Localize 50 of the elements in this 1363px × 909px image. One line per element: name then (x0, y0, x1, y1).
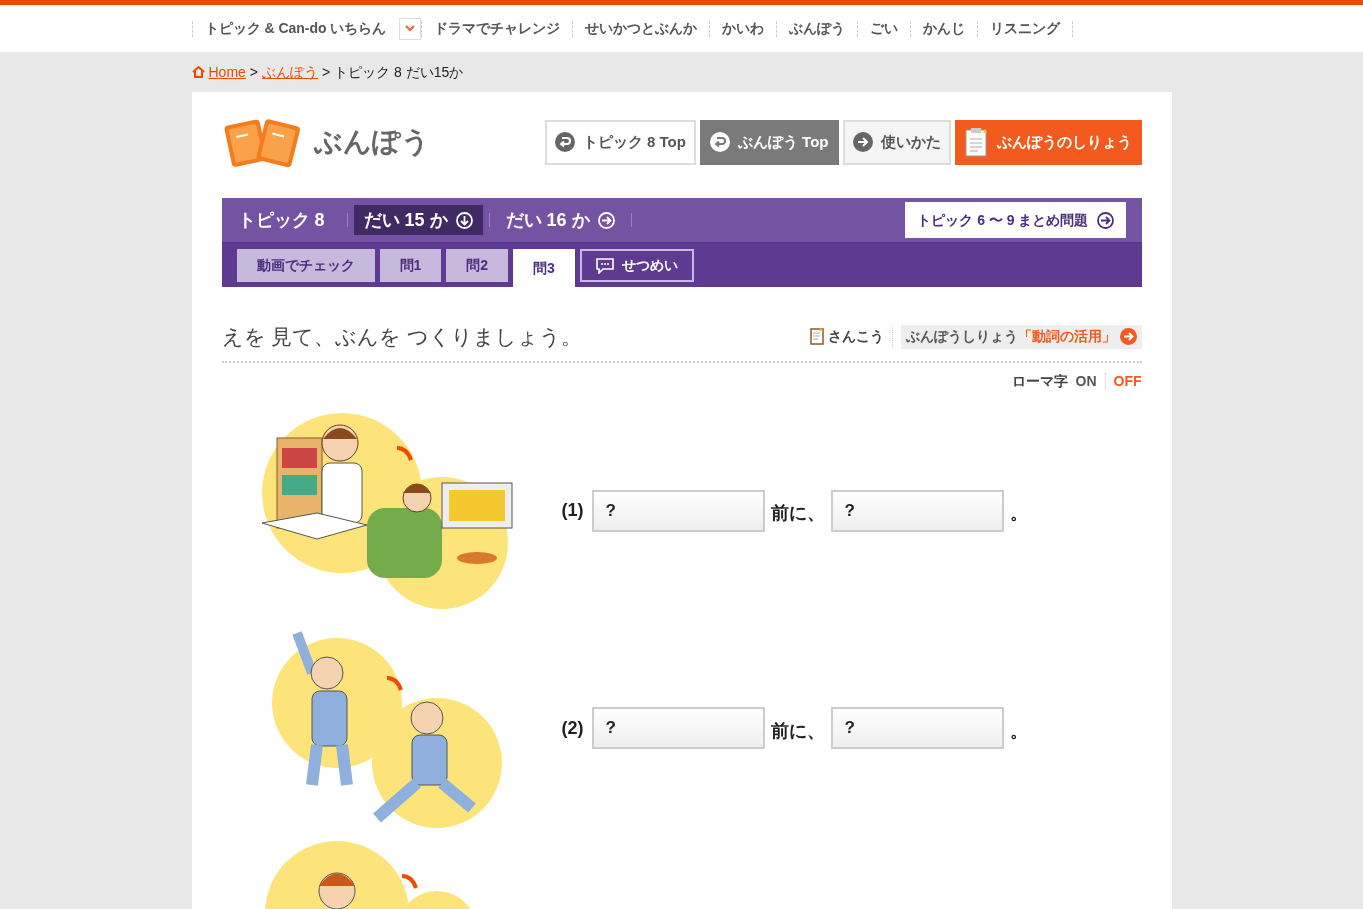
answer-select[interactable]: ? (830, 489, 1004, 532)
breadcrumb-separator: > (249, 62, 259, 82)
chevron-down-icon (404, 25, 415, 32)
topic-label: トピック 8 (237, 208, 326, 232)
reference-link[interactable]: ぶんぽうしりょう「動詞の活用」 (900, 324, 1142, 349)
nav-link[interactable]: リスニング (977, 18, 1072, 39)
speech-bubble-icon (595, 257, 614, 274)
nav-link[interactable]: ぶんぽう (776, 18, 857, 39)
answer-select[interactable]: ? (591, 489, 765, 532)
question-number: (2) (561, 716, 584, 740)
arrow-down-icon (455, 211, 473, 229)
reference-label: さんこう (827, 327, 884, 347)
sentence-end: 。 (1009, 502, 1028, 525)
answer-select[interactable]: ? (830, 707, 1004, 749)
nav-link[interactable]: せいかつとぶんか (572, 18, 709, 39)
header-button[interactable]: ぶんぽう Top (699, 119, 839, 165)
question-tab[interactable]: 問3 (513, 249, 575, 287)
summary-questions-button[interactable]: トピック 6 〜 9 まとめ問題 (905, 202, 1126, 238)
header-button[interactable]: トピック 8 Top (544, 119, 696, 165)
breadcrumb-separator: > (322, 62, 331, 82)
question-tab[interactable]: 問2 (446, 249, 509, 282)
explanation-tab[interactable]: せつめい (579, 249, 694, 282)
home-icon (191, 66, 205, 78)
sentence-end: 。 (1009, 719, 1028, 743)
nav-link[interactable]: トピック & Can-do いちらん (192, 18, 399, 39)
breadcrumb-current: トピック 8 だい15か (334, 62, 464, 82)
nav-link[interactable]: かいわ (709, 18, 776, 39)
dropdown-toggle[interactable] (398, 17, 421, 40)
arrow-right-icon (597, 211, 615, 229)
note-icon (809, 328, 824, 346)
question-number: (1) (561, 499, 584, 522)
clipboard-icon (964, 127, 989, 157)
instruction-text: えを 見て、ぶんを つくりましょう。 (221, 324, 583, 350)
question-tab[interactable]: 動画でチェック (236, 249, 375, 282)
sentence-text: 前に、 (770, 502, 825, 525)
nav-link[interactable]: ドラマでチャレンジ (421, 18, 572, 39)
lesson-link[interactable]: だい 15 か (353, 205, 483, 235)
page-title: ぶんぽう (313, 125, 430, 159)
arrow-right-icon (1096, 211, 1114, 229)
arrow-right-icon (1119, 328, 1137, 346)
lesson-link[interactable]: だい 16 か (495, 205, 625, 235)
romaji-toggle[interactable]: ON (1075, 370, 1097, 392)
romaji-label: ローマ字 (1011, 371, 1068, 391)
arrow-right-icon (852, 132, 873, 152)
question-tab[interactable]: 問1 (379, 249, 442, 282)
nav-link[interactable]: かんじ (910, 18, 977, 39)
header-button[interactable]: 使いかた (842, 119, 951, 165)
nav-link[interactable]: ごい (857, 18, 910, 39)
answer-select[interactable]: ? (591, 707, 765, 749)
sentence-text: 前に、 (770, 719, 825, 743)
